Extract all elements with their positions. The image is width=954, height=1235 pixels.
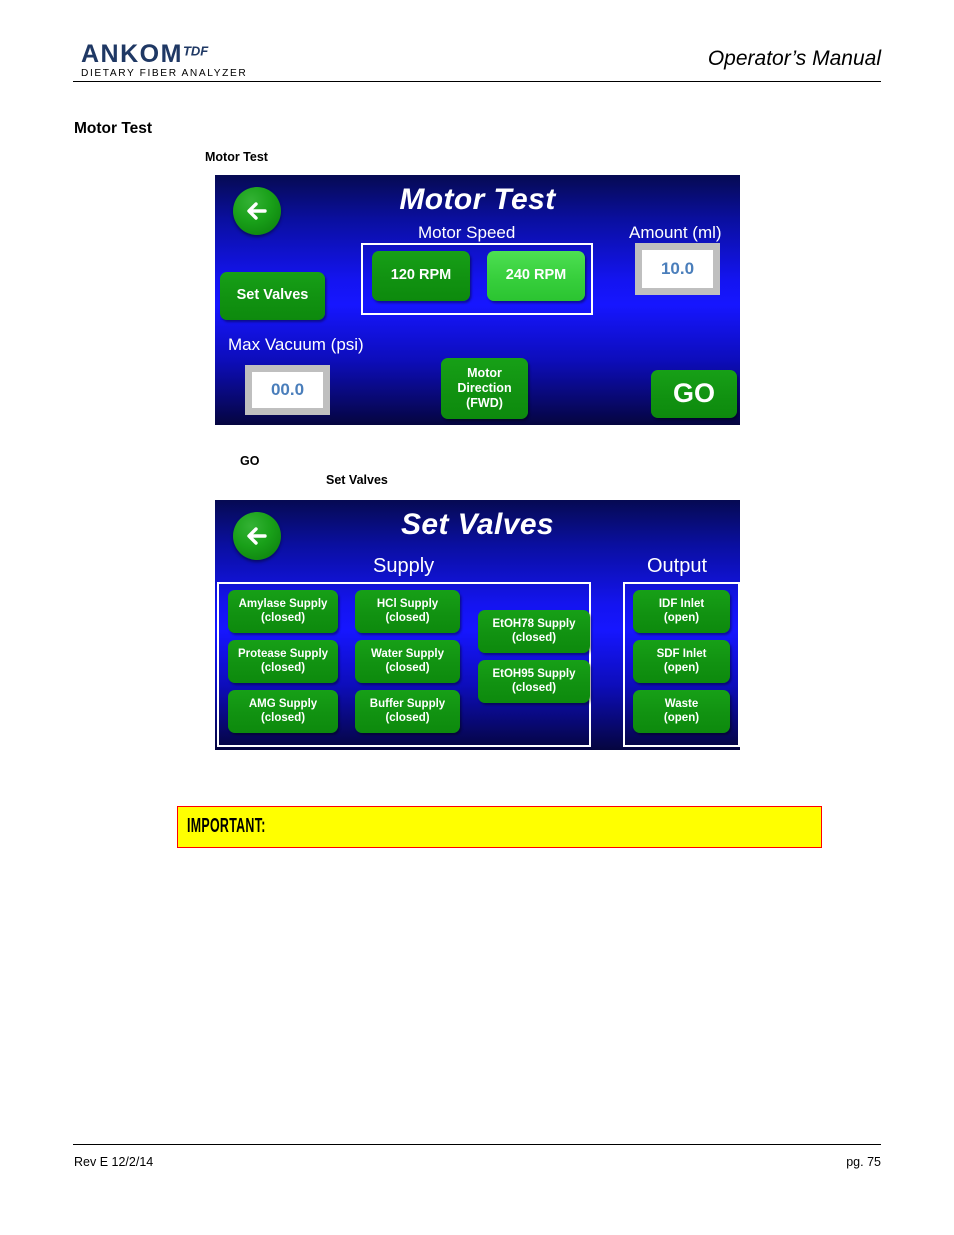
- important-label: IMPORTANT:: [187, 815, 266, 837]
- header-divider: [73, 81, 881, 82]
- logo-tagline: DIETARY FIBER ANALYZER: [81, 68, 248, 79]
- valve-name: EtOH78 Supply: [492, 617, 576, 630]
- valve-state: (closed): [385, 661, 430, 674]
- valve-button-etoh78-supply[interactable]: EtOH78 Supply (closed): [478, 610, 590, 653]
- valve-name: Waste: [664, 697, 699, 710]
- valve-state: (closed): [260, 611, 306, 624]
- footer-divider: [73, 1144, 881, 1145]
- set-valves-title: Set Valves: [401, 508, 554, 541]
- valve-name: IDF Inlet: [658, 597, 705, 610]
- max-vacuum-value-field[interactable]: 00.0: [245, 365, 330, 415]
- valve-state: (closed): [385, 611, 430, 624]
- caption-set-valves: Set Valves: [326, 473, 388, 487]
- valve-button-protease-supply[interactable]: Protease Supply (closed): [228, 640, 338, 683]
- valve-state: (closed): [511, 681, 557, 694]
- motor-direction-line-3: (FWD): [466, 395, 503, 410]
- footer-page-number: pg. 75: [846, 1155, 881, 1169]
- logo-wordmark: ANKOMTDF: [81, 42, 321, 67]
- supply-column-label: Supply: [373, 555, 435, 577]
- logo-superscript-text: TDF: [182, 43, 209, 59]
- footer-revision: Rev E 12/2/14: [74, 1155, 154, 1169]
- motor-direction-button[interactable]: Motor Direction (FWD): [441, 358, 528, 419]
- valve-state: (open): [663, 661, 700, 674]
- amount-value-field[interactable]: 10.0: [635, 243, 720, 295]
- valve-name: AMG Supply: [248, 697, 318, 710]
- motor-test-title: Motor Test: [399, 183, 556, 216]
- valve-button-buffer-supply[interactable]: Buffer Supply (closed): [355, 690, 460, 733]
- valve-button-amg-supply[interactable]: AMG Supply (closed): [228, 690, 338, 733]
- valve-button-amylase-supply[interactable]: Amylase Supply (closed): [228, 590, 338, 633]
- valve-button-water-supply[interactable]: Water Supply (closed): [355, 640, 460, 683]
- speed-button-240rpm[interactable]: 240 RPM: [487, 251, 585, 301]
- motor-speed-label: Motor Speed: [418, 223, 516, 242]
- valve-state: (open): [663, 711, 700, 724]
- valve-state: (closed): [511, 631, 557, 644]
- logo-main-text: ANKOM: [81, 40, 183, 68]
- valve-name: Amylase Supply: [238, 597, 328, 610]
- set-valves-button[interactable]: Set Valves: [220, 272, 325, 320]
- valve-button-etoh95-supply[interactable]: EtOH95 Supply (closed): [478, 660, 590, 703]
- valve-state: (closed): [260, 661, 306, 674]
- page-title: Motor Test: [74, 120, 153, 137]
- motor-direction-line-2: Direction: [457, 381, 512, 396]
- set-valves-screen: Set Valves Supply Output Amylase Supply …: [215, 500, 740, 750]
- max-vacuum-label: Max Vacuum (psi): [228, 335, 364, 354]
- valve-button-waste[interactable]: Waste (open): [633, 690, 730, 733]
- speed-button-120rpm[interactable]: 120 RPM: [372, 251, 470, 301]
- motor-direction-line-1: Motor: [467, 366, 502, 381]
- valve-name: Protease Supply: [237, 647, 329, 660]
- caption-go: GO: [240, 454, 260, 468]
- valve-name: HCl Supply: [376, 597, 439, 610]
- valve-button-hcl-supply[interactable]: HCl Supply (closed): [355, 590, 460, 633]
- caption-motor-test: Motor Test: [205, 150, 268, 164]
- valve-state: (closed): [385, 711, 430, 724]
- manual-title: Operator’s Manual: [707, 47, 881, 70]
- amount-label: Amount (ml): [629, 223, 722, 242]
- page-header: ANKOMTDF DIETARY FIBER ANALYZER Operator…: [73, 38, 881, 86]
- valve-button-sdf-inlet[interactable]: SDF Inlet (open): [633, 640, 730, 683]
- valve-name: Buffer Supply: [369, 697, 446, 710]
- valve-button-idf-inlet[interactable]: IDF Inlet (open): [633, 590, 730, 633]
- important-callout: IMPORTANT:: [177, 806, 822, 848]
- valve-name: SDF Inlet: [656, 647, 707, 660]
- valve-state: (closed): [260, 711, 306, 724]
- valve-state: (open): [663, 611, 700, 624]
- go-button[interactable]: GO: [651, 370, 737, 418]
- ankom-logo: ANKOMTDF DIETARY FIBER ANALYZER: [81, 42, 321, 80]
- valve-name: EtOH95 Supply: [492, 667, 576, 680]
- valve-name: Water Supply: [370, 647, 445, 660]
- motor-test-screen: Motor Test Motor Speed Amount (ml) 120 R…: [215, 175, 740, 425]
- output-column-label: Output: [647, 555, 708, 577]
